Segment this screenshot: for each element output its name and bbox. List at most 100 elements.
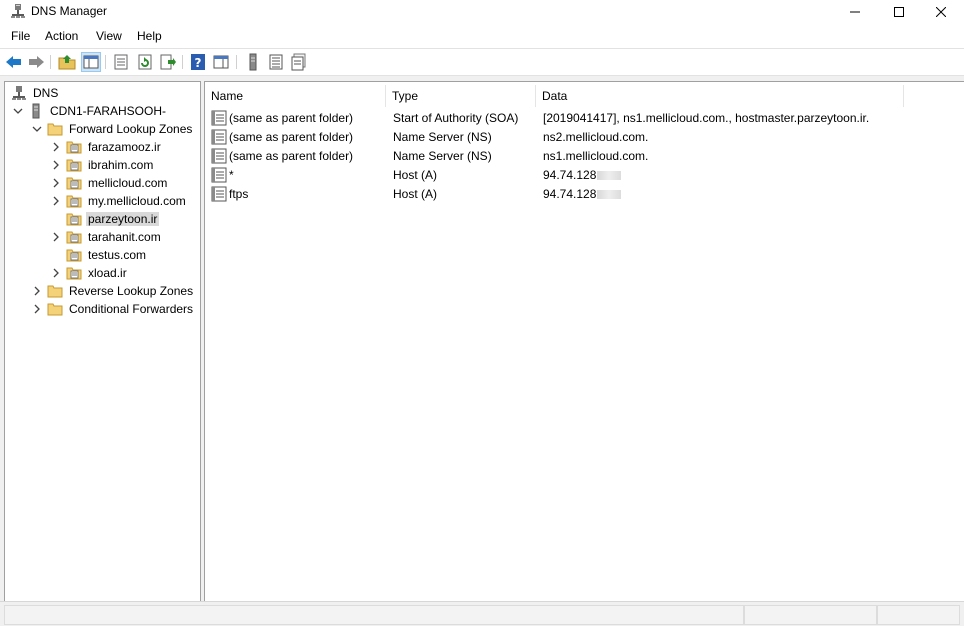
tree-item-server[interactable]: CDN1-FARAHSOOH- (11, 102, 168, 120)
menu-view[interactable]: View (96, 29, 122, 43)
table-row[interactable]: (same as parent folder) Name Server (NS)… (209, 128, 964, 146)
tree-item-forward-lookup-zones[interactable]: Forward Lookup Zones (30, 120, 194, 138)
tree-item-reverse-lookup-zones[interactable]: Reverse Lookup Zones (30, 282, 195, 300)
tree-label-zone: farazamooz.ir (88, 140, 161, 154)
title-bar: DNS Manager (0, 0, 964, 24)
forward-arrow-icon[interactable] (27, 53, 45, 71)
action-pane-icon[interactable] (212, 53, 230, 71)
record-type: Name Server (NS) (393, 149, 492, 163)
tree-item-conditional-forwarders[interactable]: Conditional Forwarders (30, 300, 195, 318)
table-row[interactable]: ftps Host (A) 94.74.128 (209, 185, 964, 203)
records-list[interactable]: Name Type Data (same as parent folder) S… (204, 81, 964, 602)
record-type: Name Server (NS) (393, 130, 492, 144)
tree-label-zone: my.mellicloud.com (88, 194, 186, 208)
chevron-right-icon[interactable] (49, 266, 63, 280)
record-name: * (229, 168, 234, 182)
zone-icon (66, 267, 82, 280)
status-bar (0, 601, 964, 626)
chevron-right-icon[interactable] (49, 140, 63, 154)
zone-icon (66, 231, 82, 244)
close-button[interactable] (918, 0, 964, 24)
chevron-right-icon[interactable] (49, 194, 63, 208)
server-icon (32, 103, 40, 119)
tree-label-server: CDN1-FARAHSOOH- (50, 104, 167, 118)
tree-label-reverse-lookup-zones: Reverse Lookup Zones (69, 284, 194, 298)
chevron-right-icon[interactable] (30, 284, 44, 298)
menu-help[interactable]: Help (137, 29, 162, 43)
tree-item-zone[interactable]: ibrahim.com (49, 156, 155, 174)
server-icon[interactable] (244, 53, 262, 71)
maximize-button[interactable] (876, 0, 922, 24)
up-folder-icon[interactable] (58, 53, 76, 71)
zone-icon (66, 159, 82, 172)
record-icon (211, 186, 227, 202)
tree-label-zone: testus.com (88, 248, 147, 262)
record-type: Host (A) (393, 187, 438, 201)
folder-icon (47, 303, 63, 316)
zone-icon (66, 177, 82, 190)
record-name: ftps (229, 187, 249, 201)
tree-item-zone[interactable]: tarahanit.com (49, 228, 163, 246)
redacted-blur (597, 171, 622, 181)
tree-label-dns: DNS (33, 86, 59, 100)
console-tree[interactable]: DNS CDN1-FARAHSOOH- Forward Lookup Zones… (4, 81, 201, 602)
maximize-icon (894, 7, 904, 17)
column-header-name[interactable]: Name (205, 85, 386, 107)
tree-label-zone: parzeytoon.ir (86, 212, 160, 226)
table-row[interactable]: * Host (A) 94.74.128 (209, 166, 964, 184)
show-hide-tree-icon (83, 55, 99, 69)
table-row[interactable]: (same as parent folder) Start of Authori… (209, 109, 964, 127)
help-icon[interactable]: ? (189, 53, 207, 71)
record-icon (211, 148, 227, 164)
chevron-down-icon[interactable] (11, 104, 25, 118)
status-cell-tertiary (877, 605, 960, 625)
minimize-button[interactable] (832, 0, 878, 24)
menu-action[interactable]: Action (45, 29, 78, 43)
record-icon[interactable] (290, 53, 308, 71)
tree-item-zone[interactable]: xload.ir (49, 264, 129, 282)
tree-item-zone[interactable]: farazamooz.ir (49, 138, 163, 156)
column-header-data[interactable]: Data (536, 85, 904, 107)
table-row[interactable]: (same as parent folder) Name Server (NS)… (209, 147, 964, 165)
redacted-blur (597, 190, 622, 200)
back-arrow-icon[interactable] (5, 53, 23, 71)
tree-label-zone: ibrahim.com (88, 158, 154, 172)
chevron-right-icon[interactable] (49, 158, 63, 172)
export-list-icon[interactable] (159, 53, 177, 71)
refresh-icon[interactable] (136, 53, 154, 71)
record-data: ns2.mellicloud.com. (543, 130, 649, 144)
record-icon (211, 110, 227, 126)
record-data: 94.74.128 (543, 168, 622, 182)
chevron-down-icon[interactable] (30, 122, 44, 136)
record-type: Start of Authority (SOA) (393, 111, 519, 125)
tree-item-dns[interactable]: DNS (11, 84, 60, 102)
zone-list-icon[interactable] (267, 53, 285, 71)
dns-server-icon (11, 4, 25, 18)
close-icon (936, 7, 946, 17)
tree-label-forward-lookup-zones: Forward Lookup Zones (69, 122, 193, 136)
tree-item-zone[interactable]: testus.com (49, 246, 148, 264)
zone-icon (66, 141, 82, 154)
zone-icon (66, 195, 82, 208)
zone-icon (66, 249, 82, 262)
record-data: ns1.mellicloud.com. (543, 149, 649, 163)
record-icon (211, 167, 227, 183)
chevron-right-icon[interactable] (49, 230, 63, 244)
tree-item-zone-selected[interactable]: parzeytoon.ir (49, 210, 160, 228)
chevron-right-icon[interactable] (49, 176, 63, 190)
show-hide-tree-button[interactable] (81, 52, 101, 72)
record-icon (211, 129, 227, 145)
tree-item-zone[interactable]: mellicloud.com (49, 174, 169, 192)
tree-label-conditional-forwarders: Conditional Forwarders (69, 302, 194, 316)
tree-item-zone[interactable]: my.mellicloud.com (49, 192, 188, 210)
chevron-right-icon[interactable] (30, 302, 44, 316)
toolbar: ? (0, 48, 964, 76)
svg-text:?: ? (195, 56, 202, 70)
tree-label-zone: tarahanit.com (88, 230, 161, 244)
dns-root-icon (12, 86, 26, 100)
column-header-type[interactable]: Type (386, 85, 536, 107)
tree-label-zone: xload.ir (88, 266, 127, 280)
folder-icon (47, 123, 63, 136)
menu-file[interactable]: File (11, 29, 30, 43)
properties-icon[interactable] (112, 53, 130, 71)
